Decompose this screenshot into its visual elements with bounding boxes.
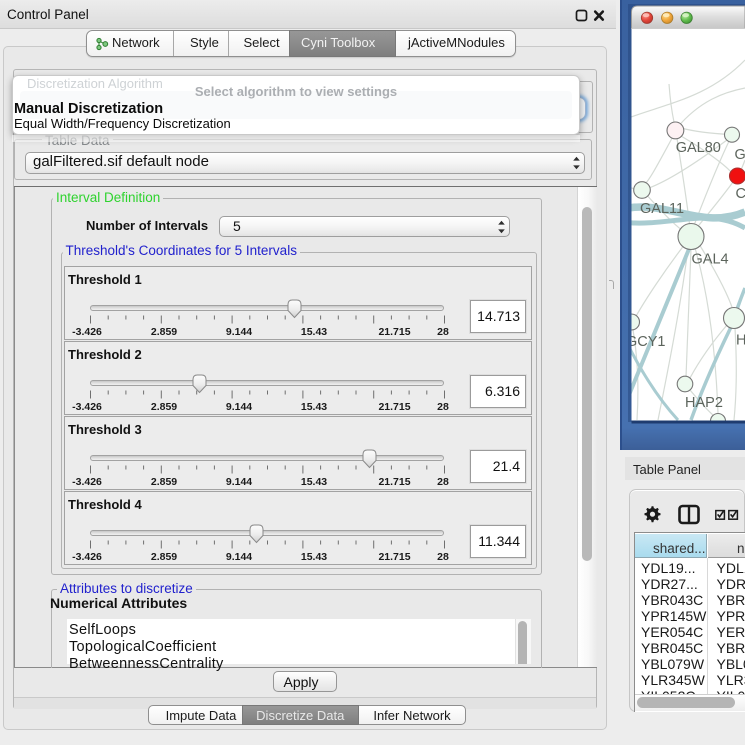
svg-text:C: C: [736, 186, 745, 202]
svg-text:GCY1: GCY1: [626, 334, 666, 350]
svg-text:GA: GA: [735, 147, 745, 163]
svg-text:GAL11: GAL11: [640, 201, 684, 217]
svg-text:GAL4: GAL4: [692, 252, 729, 268]
svg-text:GAL80: GAL80: [676, 140, 721, 156]
svg-text:H: H: [736, 333, 745, 349]
svg-text:HAP2: HAP2: [685, 395, 723, 411]
